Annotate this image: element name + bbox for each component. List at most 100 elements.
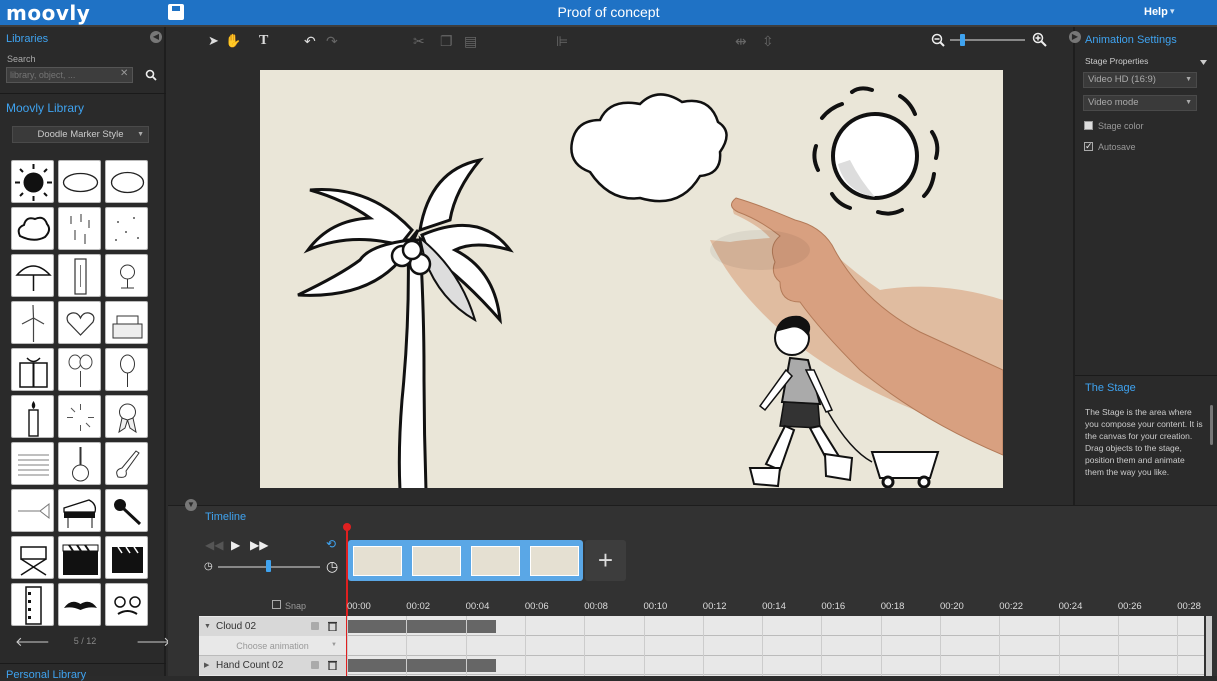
track-duration-bar[interactable] <box>348 620 496 633</box>
mode-select[interactable]: Video mode ▼ <box>1083 95 1197 111</box>
sheet-music-icon[interactable] <box>11 442 54 485</box>
lock-icon[interactable] <box>311 661 319 669</box>
libraries-panel: Libraries ◀ Search ✕ Moovly Library Dood… <box>0 27 171 681</box>
copy-icon[interactable]: ❐ <box>440 33 453 50</box>
help-text: The Stage is the area where you compose … <box>1085 407 1203 477</box>
cake-icon[interactable] <box>105 301 148 344</box>
disguise-glasses-icon[interactable] <box>105 583 148 626</box>
guitar-icon[interactable] <box>58 442 101 485</box>
timeline-scrollbar[interactable] <box>1206 616 1212 676</box>
track-name[interactable]: ▶ Hand Count 02 <box>199 656 346 675</box>
playhead-handle[interactable] <box>343 523 351 531</box>
thermometer-icon[interactable] <box>58 254 101 297</box>
personal-library-heading[interactable]: Personal Library <box>6 669 86 681</box>
scene-thumbnail[interactable] <box>530 546 579 576</box>
collapse-timeline-icon[interactable]: ▼ <box>185 499 197 511</box>
mustache-icon[interactable] <box>58 583 101 626</box>
scene-thumbnail[interactable] <box>353 546 402 576</box>
scene-thumbnail[interactable] <box>412 546 461 576</box>
play-icon[interactable]: ▶ <box>231 538 240 552</box>
scene-thumbnail[interactable] <box>471 546 520 576</box>
electric-guitar-icon[interactable] <box>105 442 148 485</box>
loop-icon[interactable]: ⟲ <box>326 537 336 551</box>
align-icon[interactable]: ⊫ <box>556 33 568 50</box>
arrow-right-icon[interactable]: 🡒 <box>136 634 171 650</box>
select-tool-icon[interactable]: ➤ <box>208 33 219 49</box>
pin-icon[interactable] <box>1199 57 1208 66</box>
distribute-vertical-icon[interactable]: ⇳ <box>762 33 774 50</box>
cloud-icon[interactable] <box>105 160 148 203</box>
collapse-right-icon[interactable]: ▶ <box>1069 31 1081 43</box>
time-tick: 00:02 <box>406 601 431 612</box>
time-tick: 00:08 <box>584 601 608 612</box>
format-select[interactable]: Video HD (16:9) ▼ <box>1083 72 1197 88</box>
save-icon[interactable] <box>168 4 184 20</box>
clear-icon[interactable]: ✕ <box>120 68 128 79</box>
windmill-icon[interactable] <box>11 301 54 344</box>
trash-icon[interactable] <box>328 621 337 631</box>
cloud-outline-icon[interactable] <box>11 207 54 250</box>
cut-icon[interactable]: ✂ <box>413 33 425 50</box>
speed-slider-knob[interactable] <box>266 560 271 572</box>
balloons-icon[interactable] <box>58 348 101 391</box>
text-tool-icon[interactable]: T <box>259 33 268 49</box>
grid-line <box>524 616 526 676</box>
zoom-out-icon[interactable] <box>931 33 945 47</box>
sparkles-icon[interactable] <box>105 207 148 250</box>
track-duration-bar[interactable] <box>348 659 496 672</box>
heart-icon[interactable] <box>58 301 101 344</box>
zoom-in-icon[interactable] <box>1032 32 1047 47</box>
arrow-left-icon[interactable]: 🡐 <box>15 634 50 650</box>
help-menu[interactable]: Help <box>1144 6 1168 18</box>
autosave-checkbox[interactable]: ✓ <box>1084 142 1093 151</box>
trash-icon[interactable] <box>328 660 337 670</box>
rain-icon[interactable] <box>58 207 101 250</box>
stage-color-checkbox[interactable] <box>1084 121 1093 130</box>
umbrella-icon[interactable] <box>11 254 54 297</box>
hand-object <box>710 197 1003 456</box>
zoom-slider-knob[interactable] <box>960 34 965 46</box>
sun-icon[interactable] <box>11 160 54 203</box>
track-name[interactable]: ▼ Cloud 02 <box>199 617 346 636</box>
collapse-left-icon[interactable]: ◀ <box>150 31 162 43</box>
search-input[interactable] <box>6 67 133 83</box>
add-scene-button[interactable]: + <box>585 540 626 581</box>
help-scrollbar[interactable] <box>1210 405 1213 445</box>
snap-checkbox[interactable] <box>272 600 281 609</box>
clapperboard-icon[interactable] <box>105 536 148 579</box>
fan-icon[interactable] <box>105 254 148 297</box>
grid-line <box>940 616 941 676</box>
scene-clips[interactable] <box>348 540 583 581</box>
hand-tool-icon[interactable]: ✋ <box>225 33 241 49</box>
balloon-icon[interactable] <box>105 348 148 391</box>
chevron-down-icon[interactable]: ▼ <box>204 617 211 636</box>
award-ribbon-icon[interactable] <box>105 395 148 438</box>
chevron-right-icon[interactable]: ▶ <box>204 656 209 675</box>
fast-forward-icon[interactable]: ▶▶ <box>250 538 268 552</box>
distribute-horizontal-icon[interactable]: ⇹ <box>735 33 747 50</box>
clapperboard-icon[interactable] <box>58 536 101 579</box>
firework-icon[interactable] <box>58 395 101 438</box>
lock-icon[interactable] <box>311 622 319 630</box>
cloud-icon[interactable] <box>58 160 101 203</box>
gift-icon[interactable] <box>11 348 54 391</box>
paste-icon[interactable]: ▤ <box>464 33 477 50</box>
stage-canvas[interactable] <box>260 70 1003 488</box>
undo-icon[interactable]: ↶ <box>304 33 316 50</box>
piano-icon[interactable] <box>58 489 101 532</box>
trumpet-icon[interactable] <box>11 489 54 532</box>
redo-icon[interactable]: ↷ <box>326 33 338 50</box>
microphone-icon[interactable] <box>105 489 148 532</box>
style-select[interactable]: Doodle Marker Style ▼ <box>12 126 149 143</box>
search-icon[interactable] <box>145 69 157 81</box>
film-strip-icon[interactable] <box>11 583 54 626</box>
director-chair-icon[interactable] <box>11 536 54 579</box>
palm-tree-object <box>297 157 514 488</box>
candle-icon[interactable] <box>11 395 54 438</box>
time-tick: 00:26 <box>1117 601 1142 612</box>
chevron-down-icon[interactable]: ▾ <box>1170 6 1175 17</box>
grid-line <box>821 616 823 676</box>
stage-properties-label: Stage Properties <box>1085 56 1149 66</box>
rewind-icon[interactable]: ◀◀ <box>205 538 223 552</box>
help-title: The Stage <box>1085 382 1136 394</box>
